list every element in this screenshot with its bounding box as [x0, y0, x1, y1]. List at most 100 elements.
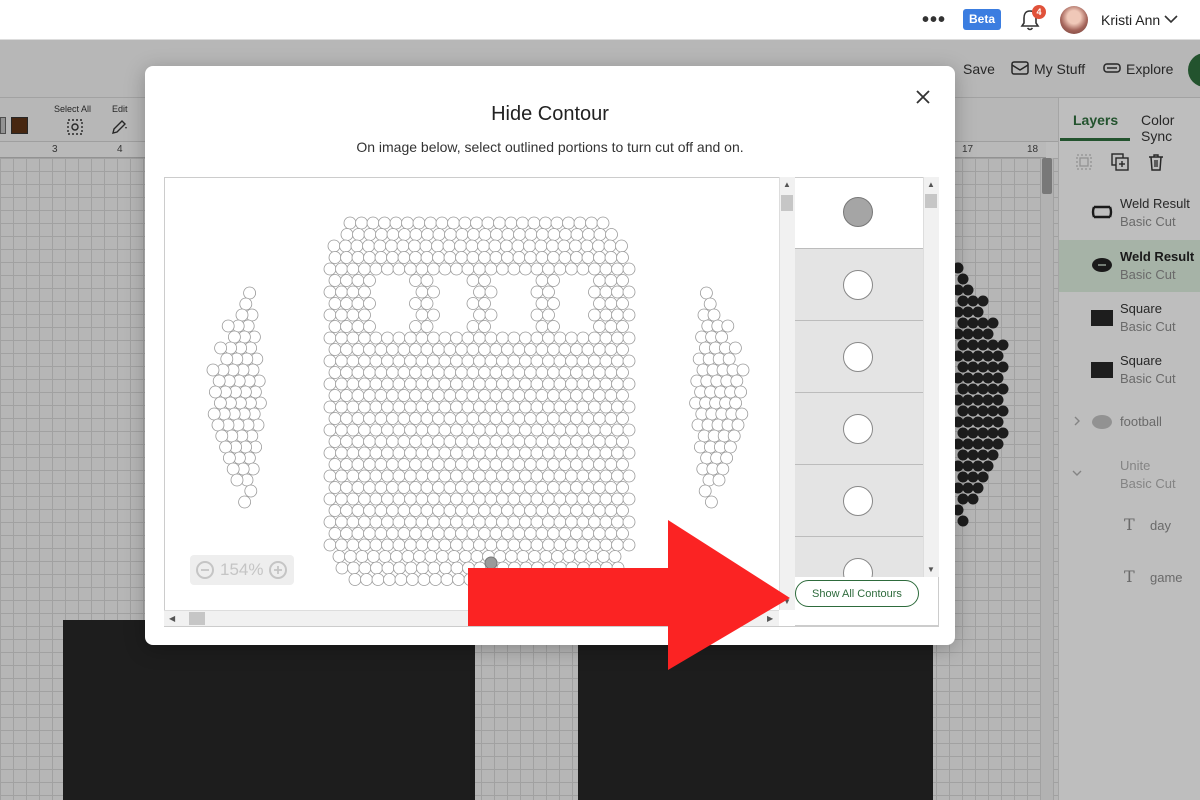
contour-dot: [466, 389, 480, 402]
contour-dot: [588, 331, 601, 345]
contour-dot: [478, 228, 492, 241]
contour-dot: [211, 418, 225, 432]
contour-dot: [576, 331, 590, 345]
user-name[interactable]: Kristi Ann: [1101, 12, 1160, 28]
contour-dot: [442, 239, 456, 253]
contour-dot: [588, 400, 601, 414]
close-icon[interactable]: [912, 86, 934, 108]
contour-dot: [409, 320, 422, 333]
contour-dot: [535, 504, 549, 517]
contour-dot: [616, 504, 629, 517]
contour-item[interactable]: [795, 537, 923, 588]
contour-dot: [558, 366, 572, 379]
contour-dot: [450, 469, 463, 483]
contour-dot: [369, 400, 383, 414]
preview-hscroll-thumb[interactable]: [189, 612, 205, 625]
red-arrow-annotation: [468, 520, 790, 670]
contour-dot: [530, 377, 544, 391]
contour-dot: [327, 239, 341, 253]
contour-dot: [455, 435, 468, 448]
contour-item[interactable]: [795, 177, 923, 249]
chevron-down-icon[interactable]: [1163, 12, 1179, 26]
contour-dot: [501, 504, 514, 517]
contour-dot: [565, 354, 578, 368]
contour-dot: [358, 285, 371, 299]
contour-dot: [473, 400, 486, 414]
contour-dot: [565, 469, 578, 483]
zoom-out-button[interactable]: [196, 561, 214, 579]
contour-dot: [616, 251, 629, 264]
contour-dot: [455, 412, 468, 425]
contour-list-scroll-thumb[interactable]: [925, 194, 937, 208]
contour-dot: [611, 308, 624, 322]
contour-dot: [351, 366, 365, 379]
contour-dot: [340, 320, 353, 333]
scroll-left-icon[interactable]: ◀: [169, 614, 175, 623]
contour-dot: [558, 412, 572, 425]
contour-dot: [427, 354, 440, 368]
contour-dot: [565, 400, 578, 414]
scroll-down-icon[interactable]: ▼: [927, 565, 935, 574]
contour-thumb: [843, 197, 873, 227]
contour-dot: [340, 389, 353, 402]
contour-item[interactable]: [795, 321, 923, 393]
contour-dot: [392, 423, 406, 437]
contour-dot: [381, 538, 394, 552]
contour-list-scrollbar[interactable]: [923, 177, 939, 577]
contour-dot: [581, 504, 595, 517]
avatar[interactable]: [1060, 6, 1088, 34]
contour-item[interactable]: [795, 465, 923, 537]
contour-dot: [611, 377, 624, 391]
contour-dot: [524, 412, 537, 425]
contour-dot: [420, 251, 434, 264]
contour-dot: [358, 492, 371, 506]
contour-dot: [473, 354, 486, 368]
scroll-up-icon[interactable]: ▲: [783, 180, 791, 189]
contour-dot: [409, 366, 422, 379]
contour-item[interactable]: [795, 393, 923, 465]
contour-dot: [461, 262, 475, 276]
contour-dot: [390, 550, 403, 563]
contour-dot: [599, 308, 613, 322]
contour-dot: [535, 389, 549, 402]
contour-dot: [565, 262, 578, 276]
contour-dot: [576, 262, 590, 276]
contour-dot: [553, 262, 567, 276]
show-all-contours-button[interactable]: Show All Contours: [795, 580, 919, 607]
contour-dot: [323, 423, 337, 437]
contour-dot: [452, 573, 465, 586]
contour-dot: [573, 216, 587, 230]
more-options-icon[interactable]: •••: [922, 9, 946, 32]
contour-dot: [489, 389, 503, 402]
contour-dot: [576, 400, 590, 414]
contour-dot: [530, 492, 544, 506]
contour-dot: [553, 354, 567, 368]
contour-dot: [450, 423, 463, 437]
contour-dot: [397, 389, 411, 402]
contour-dot: [392, 492, 406, 506]
contour-dot: [484, 308, 498, 322]
contour-dot: [501, 458, 514, 471]
contour-dot: [512, 366, 526, 379]
contour-dot: [616, 435, 629, 448]
zoom-level: 154%: [220, 560, 264, 579]
contour-dot: [553, 423, 567, 437]
contour-dot: [478, 274, 491, 287]
contour-dot: [438, 515, 452, 529]
contour-dot: [542, 354, 555, 368]
contour-dot: [397, 343, 411, 356]
scroll-up-icon[interactable]: ▲: [927, 180, 935, 189]
preview-vscroll-thumb[interactable]: [781, 195, 793, 211]
contour-item[interactable]: [795, 249, 923, 321]
contour-dot: [461, 446, 475, 460]
contour-dot: [427, 308, 440, 322]
zoom-in-button[interactable]: [269, 561, 287, 579]
beta-badge[interactable]: Beta: [963, 9, 1001, 30]
contour-dot: [489, 481, 503, 494]
contour-dot: [363, 274, 376, 287]
contour-dot: [501, 366, 514, 379]
contour-dot: [404, 400, 417, 414]
contour-dot: [466, 435, 480, 448]
contour-dot: [415, 400, 429, 414]
contour-dot: [340, 297, 353, 310]
